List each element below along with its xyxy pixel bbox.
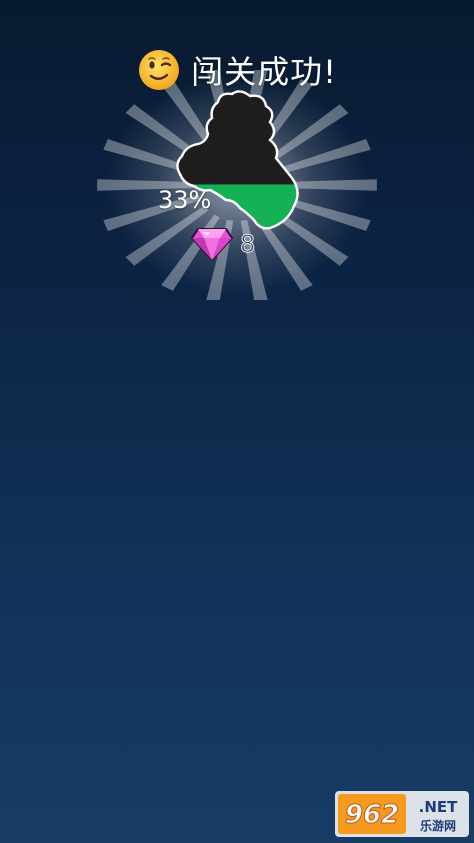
gem-reward: 8	[190, 224, 256, 264]
gem-count: 8	[239, 230, 256, 259]
site-watermark-logo: 962 .NET 乐游网	[335, 791, 469, 837]
island-fill-map	[176, 90, 299, 230]
level-complete-title: 闯关成功!	[191, 53, 337, 91]
watermark-number: 962	[345, 800, 399, 830]
pink-gem-icon	[191, 228, 233, 261]
watermark-suffix: .NET	[419, 798, 458, 816]
level-complete-screen: 闯关成功! 33% 8 962 .NET 乐游网	[0, 0, 474, 843]
watermark-chinese: 乐游网	[420, 818, 456, 833]
fill-percent-label: 33%	[158, 186, 212, 214]
winking-face-emoji-icon	[139, 50, 180, 90]
